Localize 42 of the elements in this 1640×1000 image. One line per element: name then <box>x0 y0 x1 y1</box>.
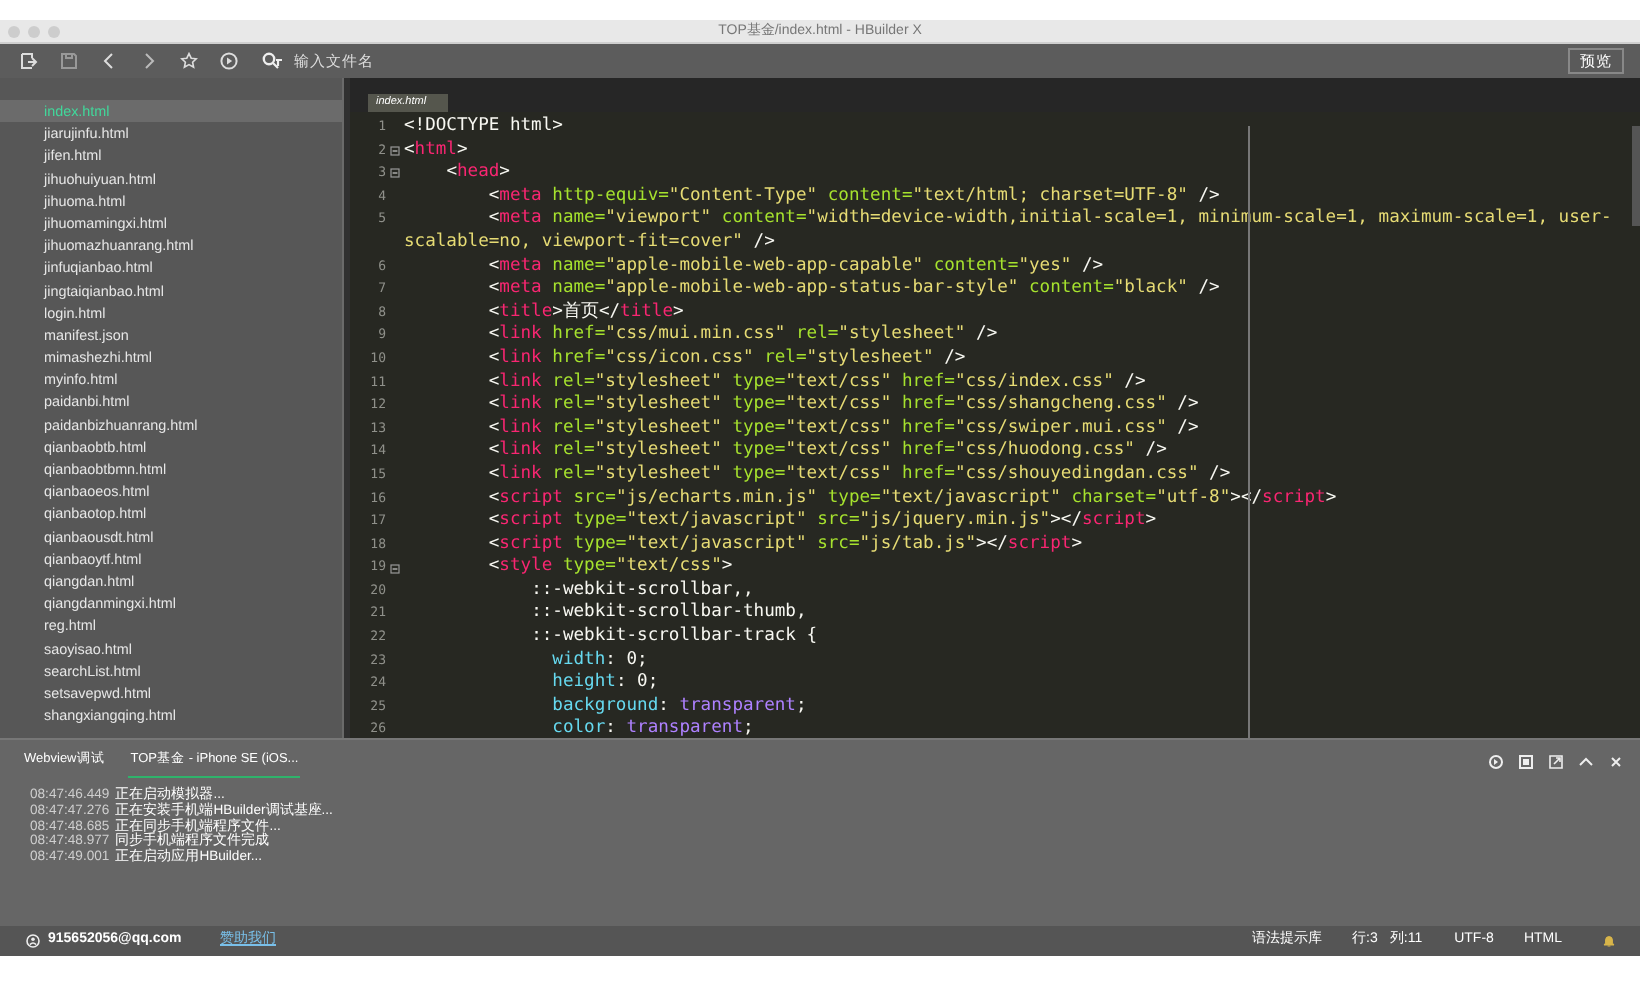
export-icon[interactable] <box>1548 754 1564 770</box>
code-line: <meta name="viewport" content="width=device-width,initial-scale=1, minimum-scale=1, maximum-scale=1, user-scalable=no, viewport-fit=cover" /> <box>404 208 1614 256</box>
code-line: <meta http-equiv="Content-Type" content="text/html; charset=UTF-8" /> <box>486 185 1222 208</box>
code-line: <link rel="stylesheet" type="text/css" href="css/shouyedingdan.css" /> <box>486 463 1233 487</box>
open-file-icon[interactable] <box>20 52 38 70</box>
restart-icon[interactable] <box>1488 754 1504 770</box>
code-line: height: 0; <box>550 672 661 696</box>
back-icon[interactable] <box>100 52 118 70</box>
code-line: ::-webkit-scrollbar-track { <box>529 626 820 650</box>
close-icon[interactable] <box>1608 754 1624 770</box>
code-line: <head> <box>444 162 512 186</box>
code-line: <script type="text/javascript" src="js/tab.js"></script> <box>486 533 1084 556</box>
code-line: <meta name="apple-mobile-web-app-capable" content="yes" /> <box>486 255 1106 278</box>
code-line: <link href="css/icon.css" rel="stylesheet" /> <box>486 347 968 372</box>
play-icon[interactable] <box>220 52 238 70</box>
code-line: <script type="text/javascript" src="js/jquery.min.js"></script> <box>486 510 1159 534</box>
code-line: <link rel="stylesheet" type="text/css" href="css/index.css" /> <box>486 371 1148 394</box>
code-line: <link rel="stylesheet" type="text/css" href="css/swiper.mui.css" /> <box>486 417 1201 440</box>
stop-icon[interactable] <box>1518 754 1534 770</box>
code-line: <title>首页</title> <box>486 301 686 324</box>
code-line: <style type="text/css"> <box>486 556 735 580</box>
code-line: <link href="css/mui.min.css" rel="stylesheet" /> <box>486 324 1000 348</box>
collapse-icon[interactable] <box>390 145 400 156</box>
code-line: color: transparent; <box>550 718 756 743</box>
code-line: width: 0; <box>550 649 650 672</box>
collapse-icon[interactable] <box>390 168 400 179</box>
forward-icon[interactable] <box>140 52 158 70</box>
chevron-up-icon[interactable] <box>1578 754 1594 770</box>
code-line: <html> <box>404 139 470 162</box>
code-line: ::-webkit-scrollbar,, <box>529 579 756 602</box>
star-icon[interactable] <box>180 52 198 70</box>
user-icon[interactable] <box>26 934 40 948</box>
code-line: <!DOCTYPE html> <box>404 116 565 140</box>
code-line: ::-webkit-scrollbar-thumb, <box>529 602 809 626</box>
scrollbar[interactable] <box>1632 126 1640 226</box>
code-line: <link rel="stylesheet" type="text/css" href="css/shangcheng.css" /> <box>486 394 1201 418</box>
code-line: <meta name="apple-mobile-web-app-status-bar-style" content="black" /> <box>486 278 1222 301</box>
bell-icon[interactable] <box>1602 934 1616 948</box>
code-line: <link rel="stylesheet" type="text/css" href="css/huodong.css" /> <box>486 440 1169 464</box>
code-line: background: transparent; <box>550 695 809 718</box>
collapse-icon[interactable] <box>390 563 400 574</box>
search-icon[interactable] <box>262 52 284 70</box>
